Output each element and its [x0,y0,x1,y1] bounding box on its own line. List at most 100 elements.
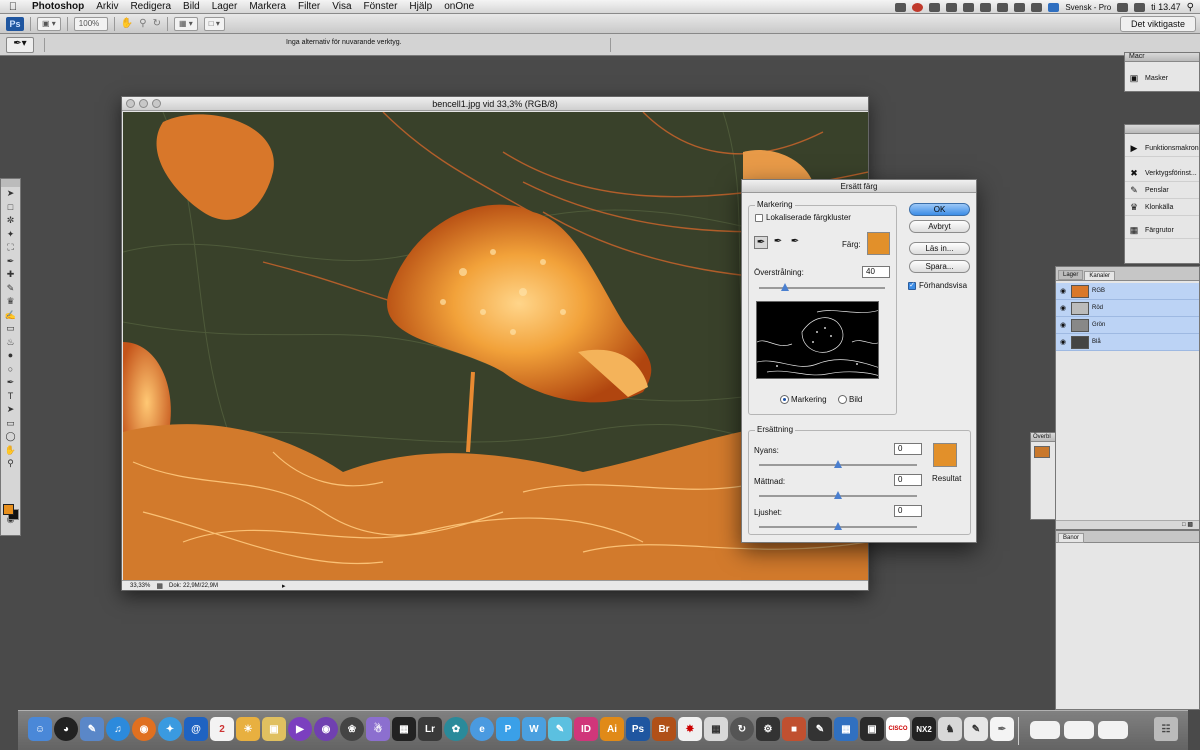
apple-menu-icon[interactable]:  [0,1,26,13]
magic-wand-tool-icon[interactable]: ✦ [1,228,20,242]
menu-help[interactable]: Hjälp [403,1,438,12]
eyedropper-subtract-icon[interactable]: ✒ [788,236,802,249]
tray-icon[interactable] [980,2,992,12]
menu-select[interactable]: Markera [243,1,292,12]
tab-layers[interactable]: Lager [1058,270,1084,280]
firefox-icon[interactable]: ◉ [132,717,156,741]
cancel-button[interactable]: Avbryt [909,220,970,233]
app-icon[interactable]: ▣ [860,717,884,741]
zoom-tool-icon[interactable]: ⚲ [139,18,146,29]
eyedropper-icon[interactable]: ✒ [754,236,768,249]
minimized-window-icon[interactable] [1064,721,1094,739]
app-icon[interactable]: ✎ [808,717,832,741]
app-icon[interactable]: e [470,717,494,741]
tab-channels[interactable]: Kanaler [1084,271,1116,280]
zoom-level-select[interactable]: 100% [73,16,108,31]
saturation-input[interactable]: 0 [894,474,922,486]
tab-navigator[interactable]: Överbl [1031,433,1055,442]
3d-rotate-tool-icon[interactable]: ◯ [1,430,20,444]
minimized-window-icon[interactable] [1030,721,1060,739]
path-selection-tool-icon[interactable]: ➤ [1,403,20,417]
masks-panel-tab[interactable]: Macr [1125,53,1199,62]
minimize-window-icon[interactable] [139,99,148,108]
tool-presets-button[interactable]: ✖ Verktygsförinst... [1125,165,1199,182]
visibility-eye-icon[interactable]: ◉ [1058,321,1068,329]
ok-button[interactable]: OK [909,203,970,216]
localized-clusters-checkbox[interactable] [755,214,763,222]
move-tool-icon[interactable]: ➤ [1,187,20,201]
rotate-view-icon[interactable]: ↻ [153,18,161,29]
image-radio[interactable] [838,395,847,404]
status-arrow-icon[interactable]: ▸ [282,582,286,590]
preview-icon[interactable]: ✎ [80,717,104,741]
menu-window[interactable]: Fönster [358,1,404,12]
clock[interactable]: ti 13.47 [1151,2,1181,12]
chess-icon[interactable]: ♞ [938,717,962,741]
tray-icon[interactable] [946,2,958,12]
indesign-icon[interactable]: ID [574,717,598,741]
menu-layer[interactable]: Lager [206,1,244,12]
tray-icon[interactable] [895,2,907,12]
app-icon[interactable]: W [522,717,546,741]
fuzziness-slider-thumb[interactable] [781,283,789,291]
menu-image[interactable]: Bild [177,1,206,12]
saturation-slider-thumb[interactable] [834,491,842,499]
swatches-button[interactable]: ▦ Färgrutor [1125,222,1199,239]
healing-brush-tool-icon[interactable]: ✚ [1,268,20,282]
channel-row[interactable]: ◉ RGB [1056,283,1199,300]
bridge-icon[interactable]: Br [652,717,676,741]
eraser-tool-icon[interactable]: ▭ [1,322,20,336]
iphoto-icon[interactable]: ☀ [236,717,260,741]
blur-tool-icon[interactable]: ● [1,349,20,363]
delete-channel-icon[interactable]: ▩ [1187,522,1193,528]
actions-panel-button[interactable]: ▶ Funktionsmakron [1125,140,1199,157]
network-icon[interactable]: ◉ [314,717,338,741]
document-layout-button[interactable]: ▣ ▾ [37,16,61,31]
app-icon[interactable]: ▦ [834,717,858,741]
brushes-button[interactable]: ✎ Penslar [1125,182,1199,199]
lightness-slider[interactable] [759,522,917,530]
document-title-bar[interactable]: bencell1.jpg vid 33,3% (RGB/8) [122,97,868,111]
menu-edit[interactable]: Redigera [124,1,177,12]
itunes-icon[interactable]: ♫ [106,717,130,741]
menu-file[interactable]: Arkiv [90,1,124,12]
tray-icon[interactable] [963,2,975,12]
time-machine-icon[interactable] [997,2,1009,12]
visibility-eye-icon[interactable]: ◉ [1058,338,1068,346]
menu-filter[interactable]: Filter [292,1,326,12]
finder-icon[interactable]: ☺ [28,717,52,741]
menu-app[interactable]: Photoshop [26,1,90,12]
system-prefs-icon[interactable]: ▦ [704,717,728,741]
selection-radio[interactable] [780,395,789,404]
fuzziness-input[interactable]: 40 [862,266,890,278]
hue-input[interactable]: 0 [894,443,922,455]
navigator-thumbnail[interactable] [1034,446,1050,458]
pen-tool-icon[interactable]: ✒ [1,376,20,390]
hand-tool-icon[interactable]: ✋ [1,444,20,458]
result-color-swatch[interactable] [933,443,957,467]
clapperboard-icon[interactable]: ▦ [392,717,416,741]
cisco-icon[interactable]: CISCO [886,717,910,741]
current-tool-eyedropper-icon[interactable]: ✒▾ [6,37,34,53]
save-button[interactable]: Spara... [909,260,970,273]
load-button[interactable]: Läs in... [909,242,970,255]
saturation-slider[interactable] [759,491,917,499]
channel-row[interactable]: ◉ Röd [1056,300,1199,317]
nx2-icon[interactable]: NX2 [912,717,936,741]
selected-color-swatch[interactable] [867,232,890,255]
panel-dock-header[interactable] [1125,125,1199,134]
clone-source-button[interactable]: ♛ Klonkälla [1125,199,1199,216]
app-icon[interactable]: ✿ [444,717,468,741]
app-icon[interactable]: ✎ [964,717,988,741]
input-source-menu[interactable]: Svensk - Pro [1065,3,1111,12]
app-icon[interactable]: ⚙ [756,717,780,741]
pen-icon[interactable]: ✒ [990,717,1014,741]
app-icon[interactable]: ■ [782,717,806,741]
foreground-color-swatch[interactable] [3,504,14,515]
minimized-window-icon[interactable] [1098,721,1128,739]
volume-icon[interactable] [1117,2,1129,12]
utility-icon[interactable]: ☃ [366,717,390,741]
arrange-documents-button[interactable]: ▦ ▾ [173,16,198,31]
history-brush-tool-icon[interactable]: ✍ [1,309,20,323]
app-icon[interactable]: P [496,717,520,741]
